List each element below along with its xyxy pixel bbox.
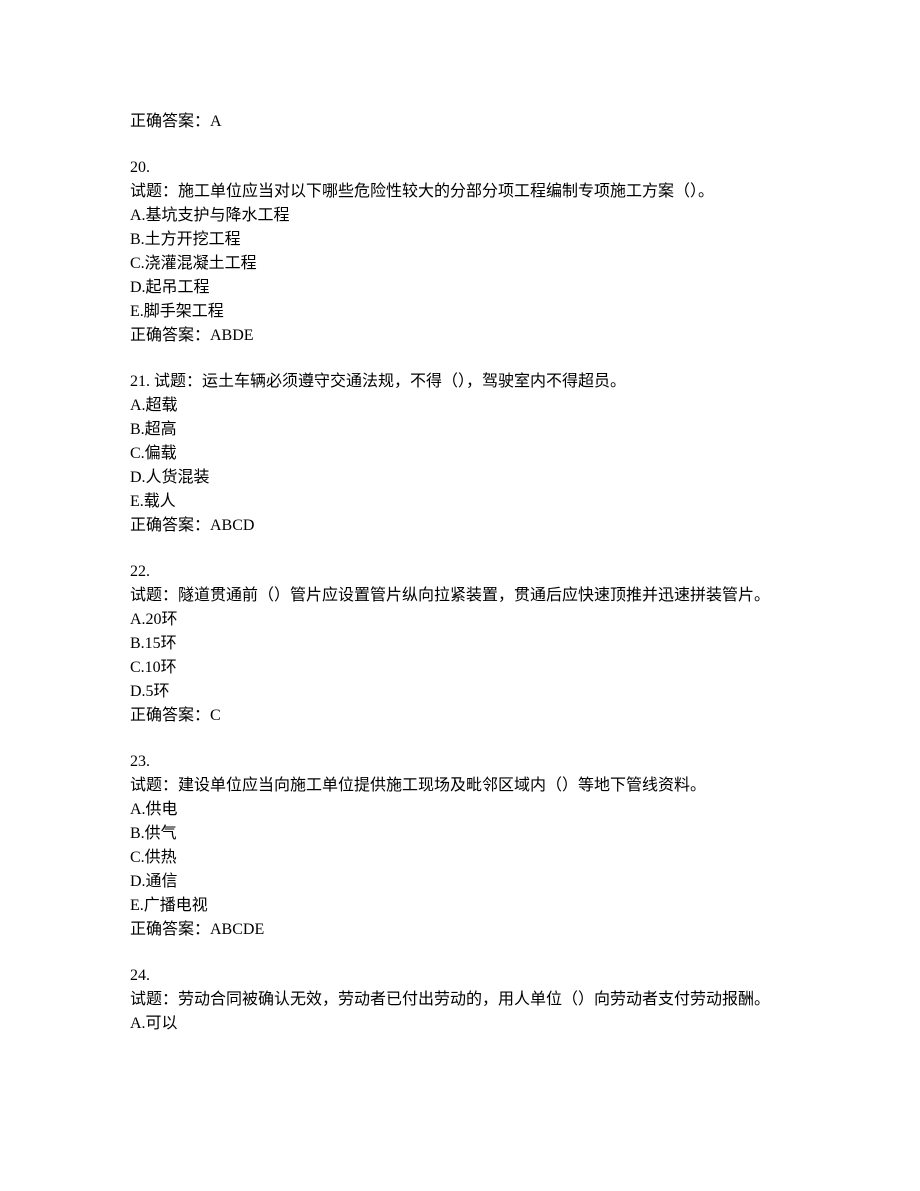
answer-text: 正确答案：C bbox=[130, 704, 790, 728]
question-number: 23. bbox=[130, 750, 790, 774]
question-block: 21. 试题：运土车辆必须遵守交通法规，不得（），驾驶室内不得超员。 A.超载 … bbox=[130, 370, 790, 538]
question-header: 21. 试题：运土车辆必须遵守交通法规，不得（），驾驶室内不得超员。 bbox=[130, 370, 790, 394]
option: B.供气 bbox=[130, 822, 790, 846]
option: A.超载 bbox=[130, 394, 790, 418]
question-stem: 试题：运土车辆必须遵守交通法规，不得（），驾驶室内不得超员。 bbox=[154, 373, 626, 390]
question-stem: 试题：建设单位应当向施工单位提供施工现场及毗邻区域内（）等地下管线资料。 bbox=[130, 774, 790, 798]
option: B.土方开挖工程 bbox=[130, 228, 790, 252]
document-page: 正确答案：A 20. 试题：施工单位应当对以下哪些危险性较大的分部分项工程编制专… bbox=[0, 0, 920, 1191]
question-stem: 试题：施工单位应当对以下哪些危险性较大的分部分项工程编制专项施工方案（）。 bbox=[130, 180, 790, 204]
option: E.广播电视 bbox=[130, 894, 790, 918]
answer-text: 正确答案：ABCD bbox=[130, 514, 790, 538]
question-block: 22. 试题：隧道贯通前（）管片应设置管片纵向拉紧装置，贯通后应快速顶推并迅速拼… bbox=[130, 560, 790, 728]
question-number: 20. bbox=[130, 156, 790, 180]
option: E.脚手架工程 bbox=[130, 300, 790, 324]
question-stem: 试题：隧道贯通前（）管片应设置管片纵向拉紧装置，贯通后应快速顶推并迅速拼装管片。 bbox=[130, 584, 790, 608]
question-number: 21. bbox=[130, 373, 150, 390]
prev-answer-block: 正确答案：A bbox=[130, 110, 790, 134]
option: A.可以 bbox=[130, 1012, 790, 1036]
question-number: 22. bbox=[130, 560, 790, 584]
question-block: 20. 试题：施工单位应当对以下哪些危险性较大的分部分项工程编制专项施工方案（）… bbox=[130, 156, 790, 348]
option: A.20环 bbox=[130, 608, 790, 632]
question-block: 23. 试题：建设单位应当向施工单位提供施工现场及毗邻区域内（）等地下管线资料。… bbox=[130, 750, 790, 942]
option: C.浇灌混凝土工程 bbox=[130, 252, 790, 276]
option: D.通信 bbox=[130, 870, 790, 894]
option: A.供电 bbox=[130, 798, 790, 822]
option: B.15环 bbox=[130, 632, 790, 656]
option: D.人货混装 bbox=[130, 466, 790, 490]
answer-text: 正确答案：A bbox=[130, 110, 790, 134]
option: E.载人 bbox=[130, 490, 790, 514]
answer-text: 正确答案：ABCDE bbox=[130, 918, 790, 942]
option: C.10环 bbox=[130, 656, 790, 680]
question-stem: 试题：劳动合同被确认无效，劳动者已付出劳动的，用人单位（）向劳动者支付劳动报酬。 bbox=[130, 988, 790, 1012]
option: C.供热 bbox=[130, 846, 790, 870]
option: C.偏载 bbox=[130, 442, 790, 466]
option: A.基坑支护与降水工程 bbox=[130, 204, 790, 228]
option: D.5环 bbox=[130, 680, 790, 704]
option: B.超高 bbox=[130, 418, 790, 442]
option: D.起吊工程 bbox=[130, 276, 790, 300]
answer-text: 正确答案：ABDE bbox=[130, 324, 790, 348]
question-number: 24. bbox=[130, 964, 790, 988]
question-block: 24. 试题：劳动合同被确认无效，劳动者已付出劳动的，用人单位（）向劳动者支付劳… bbox=[130, 964, 790, 1036]
